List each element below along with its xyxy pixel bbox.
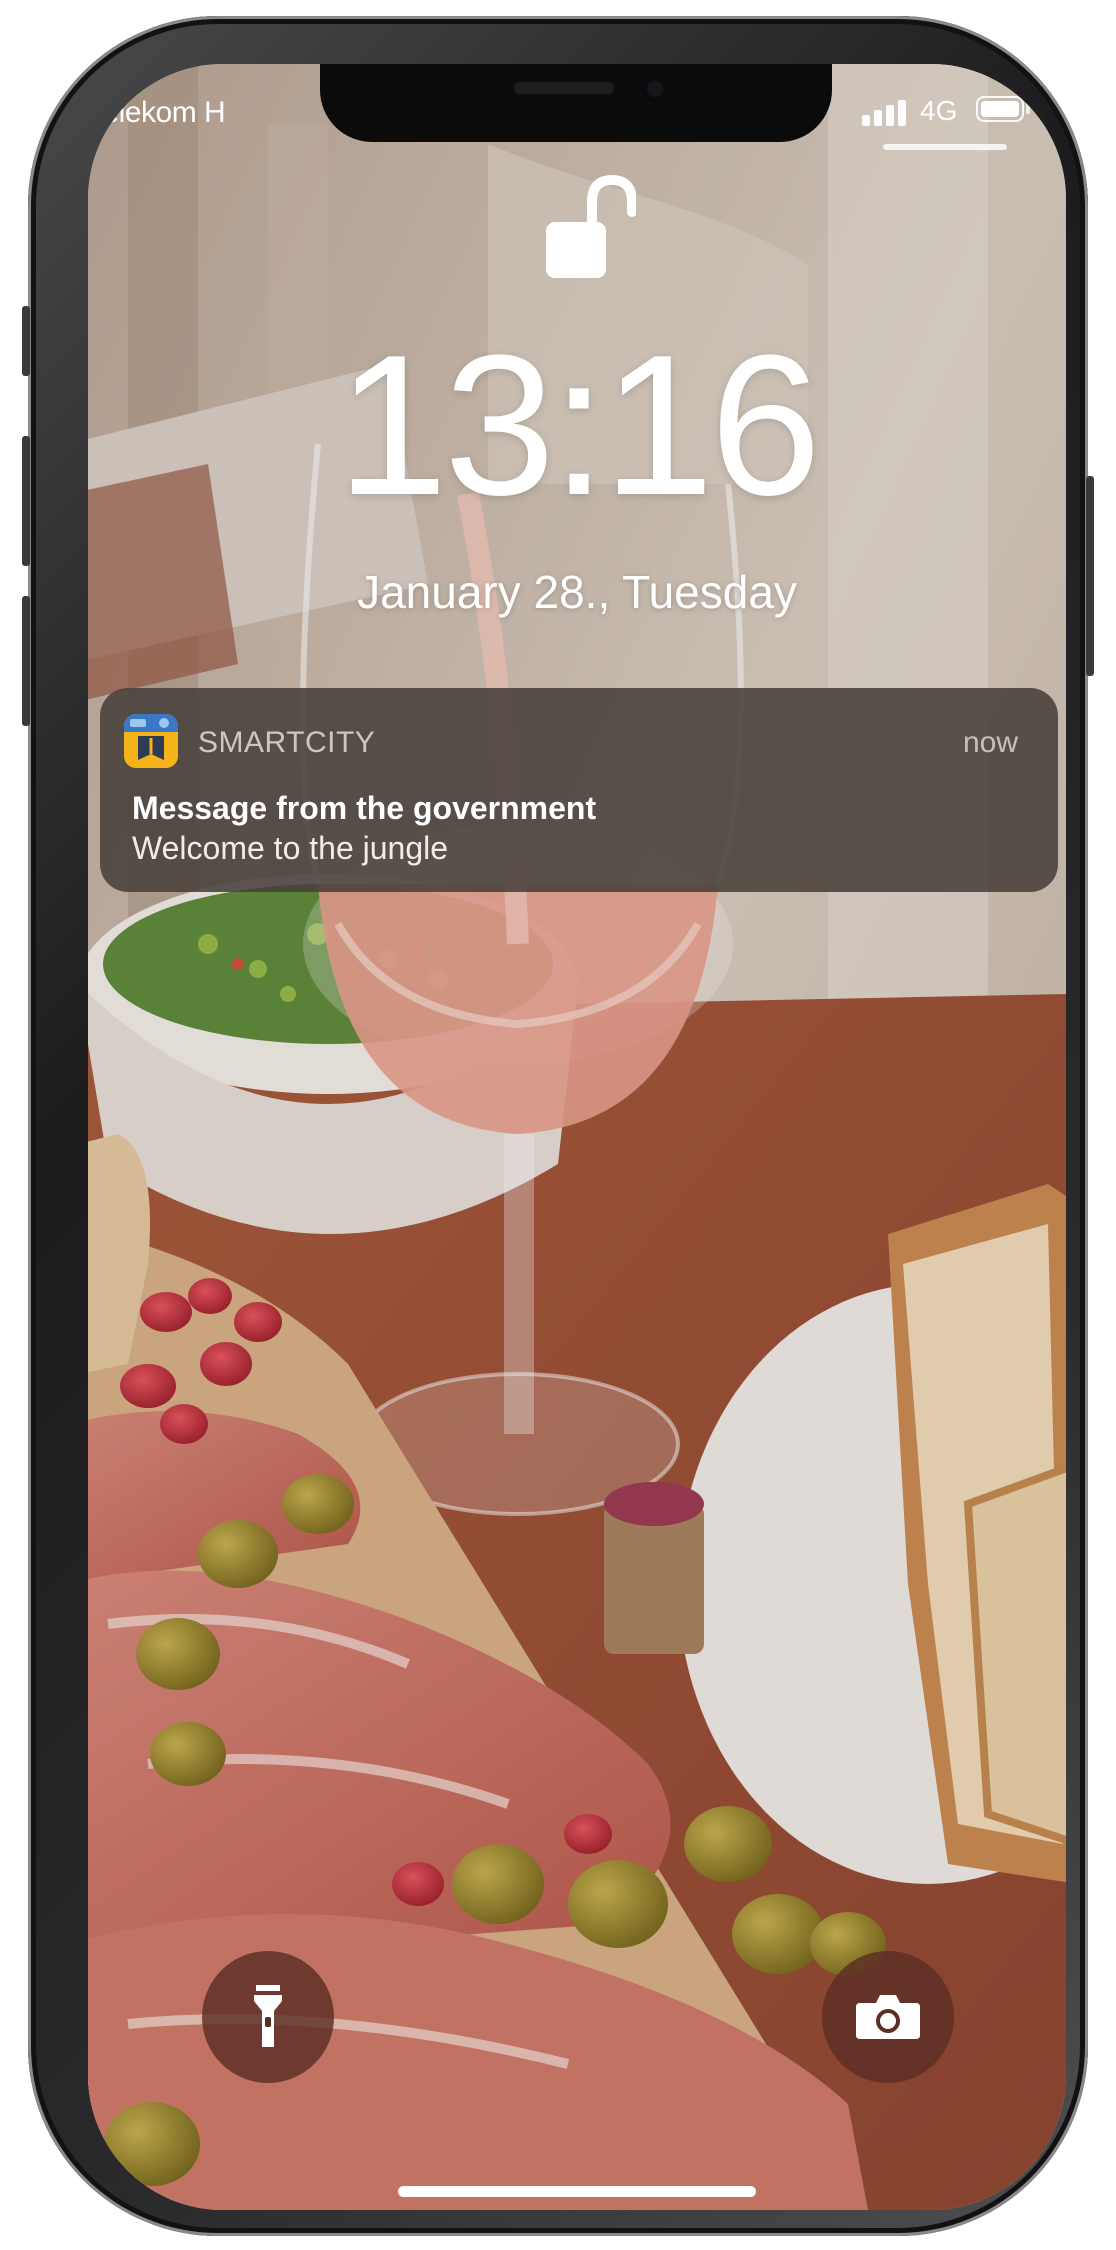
- notification-time: now: [962, 726, 1018, 759]
- notification-card[interactable]: SMARTCITY now Message from the governmen…: [100, 688, 1058, 892]
- smartcity-app-icon: [124, 714, 178, 768]
- camera-icon: [856, 1995, 920, 2039]
- battery-tip: [1026, 103, 1030, 114]
- side-button: [1086, 476, 1094, 676]
- signal-icon: [862, 98, 912, 126]
- silent-switch: [22, 306, 30, 376]
- battery-icon: [976, 96, 1024, 122]
- home-indicator[interactable]: [398, 2186, 756, 2197]
- front-camera: [642, 76, 668, 102]
- notification-body: Welcome to the jungle: [132, 830, 449, 866]
- notification-title: Message from the government: [132, 790, 597, 826]
- lock-screen-date: January 28., Tuesday: [357, 566, 797, 618]
- flashlight-icon: [254, 1985, 282, 2047]
- flashlight-button[interactable]: [202, 1951, 334, 2083]
- unlocked-padlock-icon: [546, 174, 636, 278]
- lock-screen: Telekom H 4G 13:16 January 28., Tuesday …: [88, 64, 1066, 2210]
- notification-app-name: SMARTCITY: [198, 726, 376, 759]
- volume-down-button: [22, 596, 30, 726]
- camera-button[interactable]: [822, 1951, 954, 2083]
- volume-up-button: [22, 436, 30, 566]
- control-center-indicator[interactable]: [883, 144, 1007, 150]
- network-type: 4G: [920, 95, 958, 126]
- lock-screen-time: 13:16: [336, 314, 822, 537]
- earpiece-speaker: [514, 82, 614, 94]
- carrier-name: Telekom H: [88, 96, 226, 129]
- notch: [320, 64, 832, 142]
